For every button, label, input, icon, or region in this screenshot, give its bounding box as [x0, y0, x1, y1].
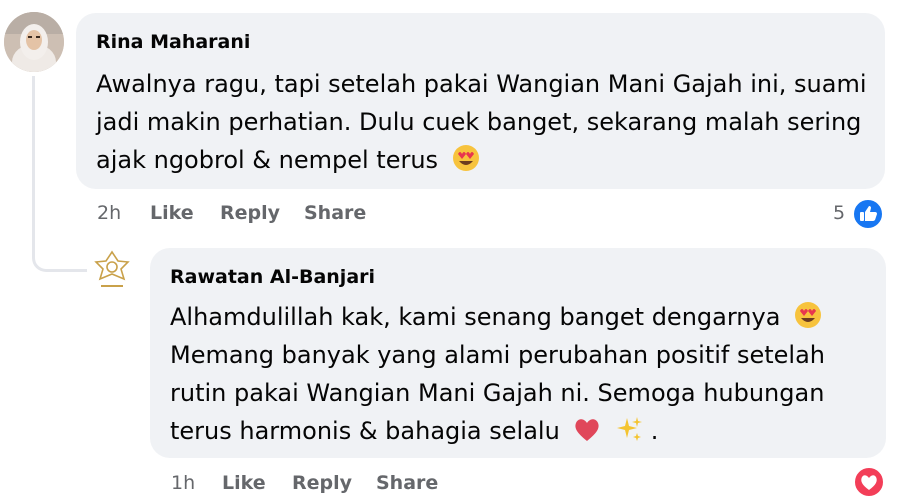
comment-reaction-count[interactable]: 5: [833, 202, 845, 224]
reply-text-period: .: [650, 417, 659, 445]
comment-reply-button[interactable]: Reply: [220, 202, 280, 224]
comment-text-line-with-emoji: ajak ngobrol & nempel terus: [96, 141, 480, 183]
reply-author-name[interactable]: Rawatan Al-Banjari: [170, 266, 375, 288]
love-heart-icon[interactable]: [853, 466, 885, 502]
commenter-avatar[interactable]: [4, 12, 64, 72]
heart-eyes-emoji-icon: [794, 301, 822, 340]
heart-eyes-emoji-icon: [452, 144, 480, 183]
comment-actions-bar: 2h Like Reply Share: [0, 202, 898, 228]
comment-text-line: Awalnya ragu, tapi setelah pakai Wangian…: [96, 70, 867, 98]
reply-actions-bar: 1h Like Reply Share: [0, 472, 898, 498]
reply-like-button[interactable]: Like: [222, 472, 266, 494]
comment-author-name[interactable]: Rina Maharani: [96, 31, 250, 53]
reply-bubble: Rawatan Al-Banjari Alhamdulillah kak, ka…: [150, 248, 886, 458]
comment-text-line: jadi makin perhatian. Dulu cuek banget, …: [96, 108, 862, 136]
replier-avatar[interactable]: [87, 244, 137, 294]
like-thumb-icon[interactable]: [852, 198, 884, 234]
red-heart-emoji-icon: [573, 416, 601, 454]
comment-text-line: ajak ngobrol & nempel terus: [96, 146, 439, 174]
reply-share-button[interactable]: Share: [376, 472, 438, 494]
reply-text-line: terus harmonis & bahagia selalu: [170, 417, 560, 445]
comment-share-button[interactable]: Share: [304, 202, 366, 224]
replier-logo-icon: [87, 244, 137, 294]
comment-timestamp[interactable]: 2h: [97, 202, 121, 224]
reply-text-line: rutin pakai Wangian Mani Gajah ni. Semog…: [170, 379, 825, 407]
reply-timestamp[interactable]: 1h: [171, 472, 195, 494]
reply-text-line-with-emoji: Alhamdulillah kak, kami senang banget de…: [170, 298, 822, 340]
reply-text-line: Memang banyak yang alami perubahan posit…: [170, 341, 826, 369]
reply-text-line-with-emoji: terus harmonis & bahagia selalu .: [170, 412, 658, 454]
sparkles-emoji-icon: [615, 415, 643, 454]
comment-like-button[interactable]: Like: [150, 202, 194, 224]
reply-text-line: Alhamdulillah kak, kami senang banget de…: [170, 303, 781, 331]
reply-reply-button[interactable]: Reply: [292, 472, 352, 494]
comment-bubble: Rina Maharani Awalnya ragu, tapi setelah…: [76, 13, 885, 189]
commenter-avatar-image: [4, 12, 64, 72]
